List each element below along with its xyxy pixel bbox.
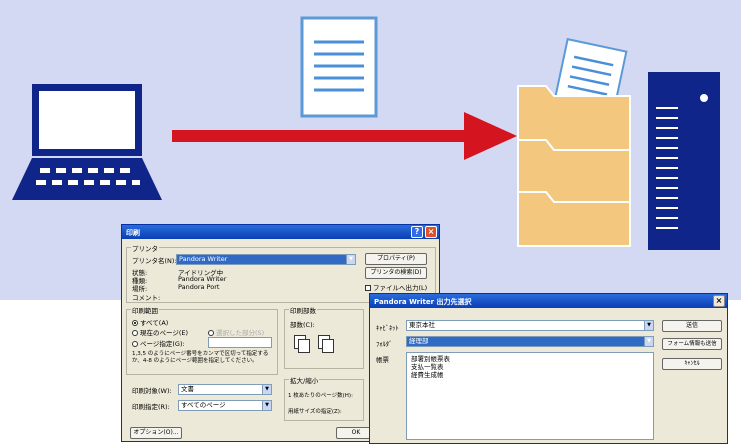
cabinet-label: ｷｬﾋﾞﾈｯﾄ	[376, 324, 399, 332]
laptop-icon	[12, 84, 162, 200]
print-range-label: 印刷範囲	[131, 305, 159, 315]
collate-page-icon	[298, 339, 310, 353]
type-value: Pandora Writer	[178, 275, 227, 283]
range-all-label: すべて(A)	[140, 319, 169, 327]
print-to-file-checkbox[interactable]: ファイルへ出力(L)	[365, 282, 427, 292]
copies-group-label: 印刷部数	[289, 305, 317, 315]
scale-paper-label: 用紙サイズの指定(Z):	[288, 409, 342, 415]
printer-group-label: プリンタ	[131, 243, 159, 253]
range-all-radio[interactable]: すべて(A)	[132, 317, 168, 327]
list-item[interactable]: 経費生成帳	[411, 371, 649, 379]
print-pages-select[interactable]: すべてのページ ▼	[178, 400, 272, 411]
chevron-down-icon: ▼	[644, 321, 653, 330]
collate-page-icon	[322, 339, 334, 353]
print-pages-value: すべてのページ	[181, 401, 226, 409]
cabinet-value: 東京本社	[409, 321, 435, 329]
folder-cabinet-icon	[517, 38, 631, 247]
printer-name-label: プリンタ名(N):	[132, 257, 177, 265]
chevron-down-icon: ▼	[346, 255, 355, 264]
range-current-label: 現在のページ(E)	[140, 329, 189, 337]
find-printer-button[interactable]: プリンタの検索(D)	[365, 267, 427, 279]
cancel-button[interactable]: ｷｬﾝｾﾙ	[662, 358, 722, 370]
print-what-value: 文書	[181, 385, 194, 393]
destination-dialog: Pandora Writer 出力先選択 × ｷｬﾋﾞﾈｯﾄ 東京本社 ▼ ﾌｫ…	[369, 293, 728, 444]
send-form-info-button[interactable]: フォーム情報も送信	[662, 338, 722, 350]
cabinet-select[interactable]: 東京本社 ▼	[406, 320, 654, 331]
destination-dialog-titlebar[interactable]: Pandora Writer 出力先選択 ×	[370, 294, 727, 308]
radio	[132, 320, 138, 326]
range-selection-radio[interactable]: 選択した部分(S)	[208, 327, 264, 337]
printer-name-value: Pandora Writer	[179, 255, 228, 263]
list-item[interactable]: 部署別帳票表	[411, 355, 649, 363]
zoom-group-label: 拡大/縮小	[289, 375, 320, 385]
send-button[interactable]: 送信	[662, 320, 722, 332]
help-button[interactable]: ?	[411, 226, 423, 238]
list-item[interactable]: 支払一覧表	[411, 363, 649, 371]
copies-label: 部数(C):	[290, 321, 315, 329]
print-dialog-titlebar[interactable]: 印刷 ? ×	[122, 225, 439, 239]
chevron-down-icon: ▼	[262, 385, 271, 394]
printer-name-select[interactable]: Pandora Writer ▼	[176, 254, 356, 265]
print-pages-label: 印刷指定(R):	[132, 403, 170, 411]
print-what-select[interactable]: 文書 ▼	[178, 384, 272, 395]
destination-dialog-title: Pandora Writer 出力先選択	[374, 298, 472, 306]
range-pages-input[interactable]	[208, 337, 272, 348]
binder-list[interactable]: 部署別帳票表 支払一覧表 経費生成帳	[406, 352, 654, 440]
radio	[132, 341, 138, 347]
checkbox	[365, 285, 371, 291]
print-dialog-title: 印刷	[126, 229, 140, 237]
radio	[208, 330, 214, 336]
range-selection-label: 選択した部分(S)	[216, 329, 265, 337]
server-icon	[648, 72, 720, 250]
folder-select[interactable]: 経理部 ▼	[406, 336, 654, 347]
chevron-down-icon: ▼	[644, 337, 653, 346]
arrow-right-icon	[172, 112, 517, 160]
close-button[interactable]: ×	[713, 295, 725, 307]
location-value: Pandora Port	[178, 283, 220, 291]
radio	[132, 330, 138, 336]
document-icon	[300, 16, 378, 118]
range-pages-radio[interactable]: ページ指定(G):	[132, 338, 185, 348]
range-pages-label: ページ指定(G):	[140, 340, 185, 348]
folder-label: ﾌｫﾙﾀﾞ	[376, 340, 393, 348]
folder-value: 経理部	[409, 337, 429, 345]
binder-label: 帳票	[376, 356, 389, 364]
range-hint: 1,3,5 のようにページ番号をカンマで区切って指定するか、4-8 のようにペー…	[132, 351, 269, 364]
close-button[interactable]: ×	[425, 226, 437, 238]
properties-button[interactable]: プロパティ(P)	[365, 253, 427, 265]
print-what-label: 印刷対象(W):	[132, 387, 172, 395]
print-to-file-label: ファイルへ出力(L)	[373, 284, 428, 292]
range-current-radio[interactable]: 現在のページ(E)	[132, 327, 188, 337]
comment-label: コメント:	[132, 294, 161, 302]
pages-per-sheet-label: 1 枚あたりのページ数(H):	[288, 393, 353, 399]
chevron-down-icon: ▼	[262, 401, 271, 410]
options-button[interactable]: オプション(O)...	[130, 427, 182, 439]
